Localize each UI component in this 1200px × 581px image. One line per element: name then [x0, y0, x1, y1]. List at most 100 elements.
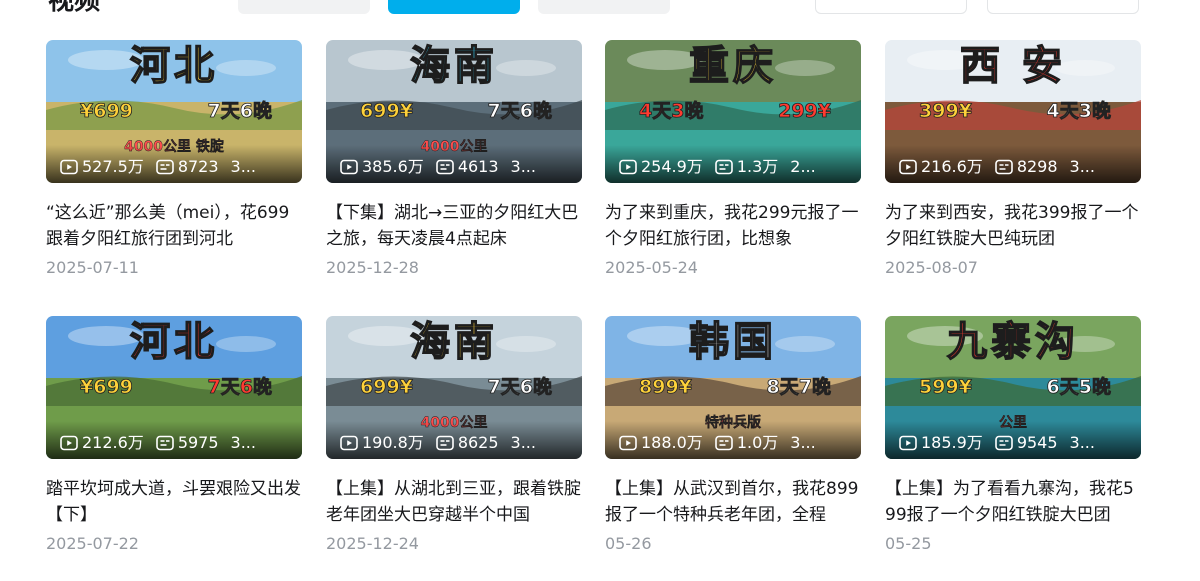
- play-count-value: 527.5万: [82, 157, 144, 176]
- danmaku-count: 8723: [156, 158, 219, 176]
- video-stats-bar: 188.0万 1.0万 3...: [605, 421, 861, 459]
- thumbnail-overlay-title: 重庆: [688, 42, 777, 90]
- video-duration: 3...: [1069, 157, 1095, 176]
- thumbnail-overlay-days: 299¥: [778, 100, 832, 123]
- danmaku-count: 1.3万: [715, 158, 778, 176]
- video-card[interactable]: 河北 ¥699 7天6晚 4000公里 铁腚 527.5万: [46, 40, 302, 280]
- video-thumbnail[interactable]: 河北 ¥699 7天6晚 4000公里 铁腚 527.5万: [46, 40, 302, 183]
- play-count-value: 185.9万: [921, 433, 983, 452]
- video-card[interactable]: 九寨沟 599¥ 6天5晚 公里 185.9万: [885, 316, 1141, 556]
- play-count-icon: [60, 435, 78, 451]
- thumbnail-overlay-title: 海南: [409, 42, 498, 90]
- play-count-value: 216.6万: [921, 157, 983, 176]
- danmaku-count-icon: [995, 159, 1013, 175]
- play-count: 212.6万: [60, 434, 144, 452]
- play-count: 188.0万: [619, 434, 703, 452]
- video-duration: 3...: [510, 433, 536, 452]
- danmaku-count: 1.0万: [715, 434, 778, 452]
- video-thumbnail[interactable]: 九寨沟 599¥ 6天5晚 公里 185.9万: [885, 316, 1141, 459]
- play-count-icon: [340, 159, 358, 175]
- video-date: 2025-07-11: [46, 258, 139, 277]
- video-title[interactable]: 为了来到西安，我花399报了一个夕阳红铁腚大巴纯玩团: [885, 200, 1141, 252]
- video-title[interactable]: “这么近”那么美（mei），花699跟着夕阳红旅行团到河北: [46, 200, 302, 252]
- thumbnail-overlay-price: 599¥: [919, 376, 973, 399]
- danmaku-count: 8625: [436, 434, 499, 452]
- video-title[interactable]: 踏平坎坷成大道，斗罢艰险又出发【下】: [46, 476, 302, 528]
- danmaku-count-icon: [156, 435, 174, 451]
- video-title[interactable]: 【上集】从湖北到三亚，跟着铁腚老年团坐大巴穿越半个中国: [326, 476, 582, 528]
- thumbnail-overlay-price: 699¥: [360, 100, 414, 123]
- thumbnail-overlay-days: 7天6晚: [207, 376, 272, 399]
- danmaku-count-icon: [156, 159, 174, 175]
- play-count: 216.6万: [899, 158, 983, 176]
- video-title[interactable]: 【下集】湖北→三亚的夕阳红大巴之旅，每天凌晨4点起床: [326, 200, 582, 252]
- thumbnail-overlay-price: ¥699: [80, 100, 134, 123]
- play-count: 190.8万: [340, 434, 424, 452]
- play-count: 385.6万: [340, 158, 424, 176]
- video-thumbnail[interactable]: 西 安 399¥ 4天3晚 216.6万 8298 3...: [885, 40, 1141, 183]
- video-card[interactable]: 韩国 899¥ 8天7晚 特种兵版 188.0万: [605, 316, 861, 556]
- video-duration: 3...: [230, 157, 256, 176]
- video-thumbnail[interactable]: 重庆 4天3晚 299¥ 254.9万 1.3万 2...: [605, 40, 861, 183]
- thumbnail-overlay-title: 河北: [129, 42, 218, 90]
- video-date: 2025-05-24: [605, 258, 698, 277]
- top-bar: 视频: [0, 0, 1200, 16]
- video-card[interactable]: 海南 699¥ 7天6晚 4000公里 385.6万: [326, 40, 582, 280]
- video-title[interactable]: 【上集】为了看看九寨沟，我花599报了一个夕阳红铁腚大巴团: [885, 476, 1141, 528]
- play-count-value: 212.6万: [82, 433, 144, 452]
- thumbnail-overlay-days: 4天3晚: [1046, 100, 1111, 123]
- filter-tab-active[interactable]: [388, 0, 520, 14]
- danmaku-count: 9545: [995, 434, 1058, 452]
- video-card[interactable]: 重庆 4天3晚 299¥ 254.9万 1.3万 2... 为了来到重庆，我花2…: [605, 40, 861, 280]
- thumbnail-overlay-days: 7天6晚: [207, 100, 272, 123]
- play-count-icon: [619, 435, 637, 451]
- danmaku-count-icon: [715, 159, 733, 175]
- thumbnail-overlay-price: 699¥: [360, 376, 414, 399]
- sort-dropdown[interactable]: [815, 0, 967, 14]
- thumbnail-overlay-price: 899¥: [639, 376, 693, 399]
- video-duration: 3...: [510, 157, 536, 176]
- danmaku-count: 8298: [995, 158, 1058, 176]
- video-thumbnail[interactable]: 河北 ¥699 7天6晚 212.6万 5975 3...: [46, 316, 302, 459]
- video-card[interactable]: 西 安 399¥ 4天3晚 216.6万 8298 3... 为了来到西安，我花…: [885, 40, 1141, 280]
- video-thumbnail[interactable]: 海南 699¥ 7天6晚 4000公里 190.8万: [326, 316, 582, 459]
- thumbnail-overlay-price: 4天3晚: [639, 100, 704, 123]
- danmaku-count-value: 8298: [1016, 157, 1058, 176]
- danmaku-count-value: 4613: [457, 157, 499, 176]
- video-stats-bar: 190.8万 8625 3...: [326, 421, 582, 459]
- thumbnail-overlay-title: 河北: [129, 318, 218, 366]
- section-title: 视频: [48, 0, 101, 16]
- video-title[interactable]: 【上集】从武汉到首尔，我花899报了一个特种兵老年团，全程: [605, 476, 861, 528]
- video-stats-bar: 212.6万 5975 3...: [46, 421, 302, 459]
- danmaku-count-icon: [715, 435, 733, 451]
- thumbnail-overlay-price: ¥699: [80, 376, 134, 399]
- thumbnail-overlay-price: 399¥: [919, 100, 973, 123]
- video-card[interactable]: 河北 ¥699 7天6晚 212.6万 5975 3... 踏平坎坷成大道，斗罢…: [46, 316, 302, 556]
- danmaku-count-value: 1.0万: [736, 433, 779, 452]
- video-stats-bar: 385.6万 4613 3...: [326, 145, 582, 183]
- play-count-value: 385.6万: [362, 157, 424, 176]
- thumbnail-overlay-days: 7天6晚: [487, 376, 552, 399]
- video-date: 2025-12-24: [326, 534, 419, 553]
- video-duration: 3...: [230, 433, 256, 452]
- video-stats-bar: 185.9万 9545 3...: [885, 421, 1141, 459]
- play-count-icon: [60, 159, 78, 175]
- video-thumbnail[interactable]: 海南 699¥ 7天6晚 4000公里 385.6万: [326, 40, 582, 183]
- video-thumbnail[interactable]: 韩国 899¥ 8天7晚 特种兵版 188.0万: [605, 316, 861, 459]
- danmaku-count-value: 8625: [457, 433, 499, 452]
- video-stats-bar: 527.5万 8723 3...: [46, 145, 302, 183]
- video-duration: 3...: [790, 433, 816, 452]
- play-count-value: 188.0万: [641, 433, 703, 452]
- search-box[interactable]: [987, 0, 1139, 14]
- video-card[interactable]: 海南 699¥ 7天6晚 4000公里 190.8万: [326, 316, 582, 556]
- danmaku-count-value: 9545: [1016, 433, 1058, 452]
- thumbnail-overlay-days: 7天6晚: [487, 100, 552, 123]
- video-title[interactable]: 为了来到重庆，我花299元报了一个夕阳红旅行团，比想象: [605, 200, 861, 252]
- play-count-icon: [899, 159, 917, 175]
- video-stats-bar: 216.6万 8298 3...: [885, 145, 1141, 183]
- thumbnail-overlay-title: 九寨沟: [946, 318, 1079, 366]
- filter-tab-1[interactable]: [238, 0, 370, 14]
- danmaku-count: 4613: [436, 158, 499, 176]
- video-date: 2025-08-07: [885, 258, 978, 277]
- filter-tab-3[interactable]: [538, 0, 670, 14]
